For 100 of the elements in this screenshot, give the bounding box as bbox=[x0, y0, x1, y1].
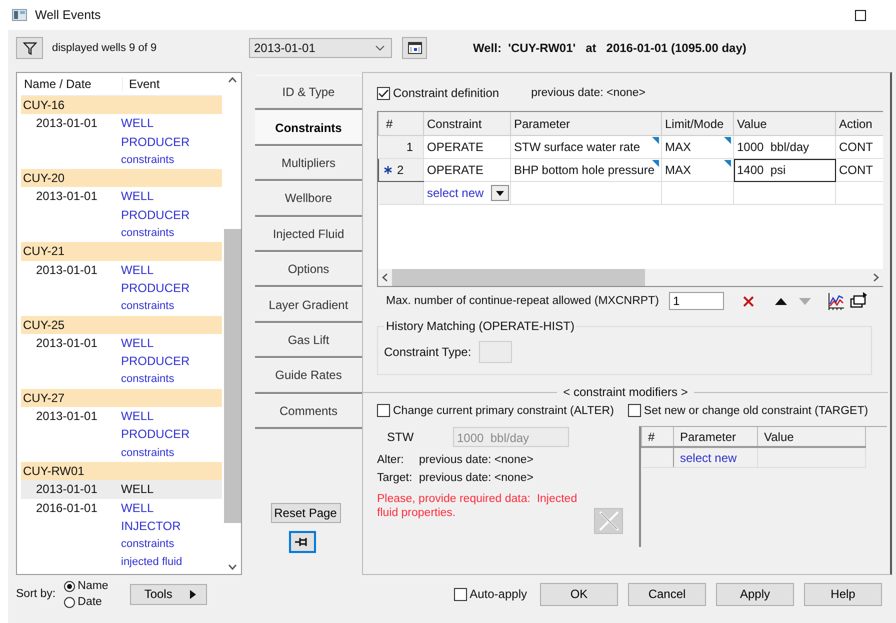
event-row[interactable]: 2013-01-01 WELL PRODUCER constraints bbox=[21, 334, 222, 389]
dialog-button[interactable]: Cancel bbox=[628, 582, 706, 606]
sort-radio[interactable]: Name bbox=[64, 578, 108, 594]
alter-checkbox[interactable]: Change current primary constraint (ALTER) bbox=[377, 404, 614, 417]
well-group-row[interactable]: CUY-20 bbox=[21, 169, 222, 188]
window-export-icon[interactable] bbox=[850, 292, 868, 310]
event-item: PRODUCER bbox=[121, 134, 190, 151]
column-header[interactable]: Limit/Mode bbox=[662, 112, 734, 136]
event-item: injected fluid bbox=[121, 555, 182, 570]
column-header[interactable]: Value bbox=[758, 427, 866, 447]
scroll-thumb[interactable] bbox=[392, 269, 645, 286]
target-label: Target: bbox=[377, 472, 414, 484]
row-header[interactable]: 1 bbox=[378, 136, 424, 158]
table-cell: OPERATE bbox=[424, 136, 510, 158]
event-row[interactable]: 2016-01-01 WELL INJECTOR constraints injected fluid bbox=[21, 498, 222, 572]
well-group-row[interactable]: CUY-25 bbox=[21, 316, 222, 334]
event-row[interactable]: 2013-01-01 WELL bbox=[21, 480, 222, 499]
tab[interactable]: Guide Rates bbox=[255, 358, 362, 394]
event-item: WELL bbox=[121, 481, 154, 498]
column-header[interactable]: Name / Date bbox=[21, 77, 123, 91]
tab[interactable]: Gas Lift bbox=[255, 322, 362, 358]
tab[interactable]: Comments bbox=[255, 394, 362, 429]
move-up-icon[interactable] bbox=[775, 298, 787, 304]
table-cell[interactable]: MAX bbox=[662, 158, 734, 182]
target-checkbox[interactable]: Set new or change old constraint (TARGET) bbox=[628, 404, 868, 417]
table-cell[interactable]: 1000 bbl/day bbox=[734, 136, 836, 158]
tab[interactable]: Layer Gradient bbox=[255, 287, 362, 323]
alter-label: Alter: bbox=[377, 454, 405, 466]
well-name: CUY-21 bbox=[23, 244, 65, 258]
tab[interactable]: Wellbore bbox=[255, 181, 362, 217]
event-row[interactable]: 2013-01-01 WELL PRODUCER constraints bbox=[21, 260, 222, 316]
well-group-row[interactable]: CUY-27 bbox=[21, 388, 222, 408]
corner-marker-icon bbox=[724, 137, 731, 144]
reset-page-button[interactable]: Reset Page bbox=[270, 503, 340, 523]
event-item: WELL bbox=[121, 500, 155, 517]
section-title: < constraint modifiers > bbox=[563, 385, 688, 399]
sort-radio[interactable]: Date bbox=[64, 594, 108, 610]
constraint-type-field[interactable] bbox=[479, 341, 512, 363]
tab[interactable]: Options bbox=[255, 252, 362, 288]
mxcnrpt-field[interactable]: 1 bbox=[669, 292, 724, 310]
calendar-button[interactable] bbox=[402, 37, 427, 59]
scroll-thumb[interactable] bbox=[224, 229, 241, 523]
group-title: History Matching (OPERATE-HIST) bbox=[385, 319, 576, 333]
chart-icon[interactable] bbox=[827, 292, 845, 310]
dialog-button[interactable]: Apply bbox=[716, 582, 794, 606]
app-icon bbox=[12, 9, 27, 21]
stw-label: STW bbox=[386, 430, 415, 444]
checkmark-icon bbox=[378, 88, 389, 98]
column-header[interactable]: # bbox=[378, 112, 424, 136]
tab[interactable]: Constraints bbox=[255, 110, 362, 146]
table-cell[interactable]: MAX bbox=[662, 136, 734, 158]
table-cell: OPERATE bbox=[424, 158, 510, 182]
well-group-row[interactable]: CUY-21 bbox=[21, 242, 222, 261]
filter-icon bbox=[22, 42, 36, 54]
tools-button[interactable]: Tools bbox=[130, 584, 208, 604]
column-header[interactable]: Value bbox=[734, 112, 836, 136]
delete-icon[interactable] bbox=[743, 296, 754, 306]
well-group-row[interactable]: CUY-16 bbox=[21, 96, 222, 114]
column-header[interactable]: Parameter bbox=[510, 112, 662, 136]
table-cell[interactable]: BHP bottom hole pressure bbox=[510, 158, 662, 182]
column-header[interactable]: Parameter bbox=[674, 427, 758, 447]
event-date: 2013-01-01 bbox=[35, 262, 98, 279]
event-item: WELL bbox=[121, 262, 155, 279]
auto-apply-checkbox[interactable]: Auto-apply bbox=[454, 587, 527, 601]
well-group-row[interactable]: CUY-RW01 bbox=[21, 462, 222, 480]
constraint-definition-checkbox[interactable]: Constraint definition bbox=[377, 86, 500, 100]
table-cell[interactable]: STW surface water rate bbox=[510, 136, 662, 158]
event-item: constraints bbox=[121, 537, 176, 552]
filter-button[interactable] bbox=[16, 37, 43, 59]
horizontal-scrollbar[interactable] bbox=[378, 269, 883, 286]
well-heading: Well: 'CUY-RW01' at 2016-01-01 (1095.00 day) bbox=[473, 41, 746, 55]
event-row[interactable]: 2013-01-01 WELL PRODUCER constraints bbox=[21, 187, 222, 242]
column-header[interactable]: Action bbox=[836, 112, 883, 136]
tab[interactable]: Multipliers bbox=[255, 146, 362, 182]
tab[interactable]: Injected Fluid bbox=[255, 216, 362, 252]
dropdown-button[interactable] bbox=[491, 185, 509, 201]
event-item: PRODUCER bbox=[121, 206, 190, 224]
dialog-button[interactable]: Help bbox=[804, 582, 882, 606]
displayed-wells-label: displayed wells 9 of 9 bbox=[52, 42, 158, 54]
column-header[interactable]: Event bbox=[123, 77, 160, 91]
corner-marker-icon bbox=[652, 137, 659, 144]
event-row[interactable]: 2013-01-01 WELL PRODUCER constraints bbox=[21, 407, 222, 462]
pin-button[interactable] bbox=[288, 531, 316, 553]
row-header[interactable]: 2 bbox=[378, 158, 424, 182]
warning-message: Please, provide required data: Injected fluid properties. bbox=[377, 492, 578, 520]
caret-icon bbox=[496, 190, 504, 196]
scroll-up-icon bbox=[228, 77, 237, 83]
event-item: constraints bbox=[121, 226, 176, 242]
tab[interactable]: ID & Type bbox=[255, 75, 362, 110]
calendar-icon bbox=[408, 42, 422, 54]
table-cell[interactable]: 1400 psi bbox=[734, 158, 836, 182]
event-item: PRODUCER bbox=[121, 426, 190, 444]
column-header[interactable]: Constraint bbox=[424, 112, 510, 136]
maximize-icon[interactable] bbox=[855, 10, 866, 20]
event-row[interactable]: 2013-01-01 WELL PRODUCER constraints bbox=[21, 114, 222, 170]
date-dropdown[interactable]: 2013-01-01 bbox=[249, 38, 392, 58]
dialog-button[interactable]: OK bbox=[540, 582, 618, 606]
well-name: CUY-16 bbox=[23, 98, 65, 112]
event-item: constraints bbox=[121, 372, 176, 388]
sort-by-label: Sort by: bbox=[16, 588, 56, 600]
